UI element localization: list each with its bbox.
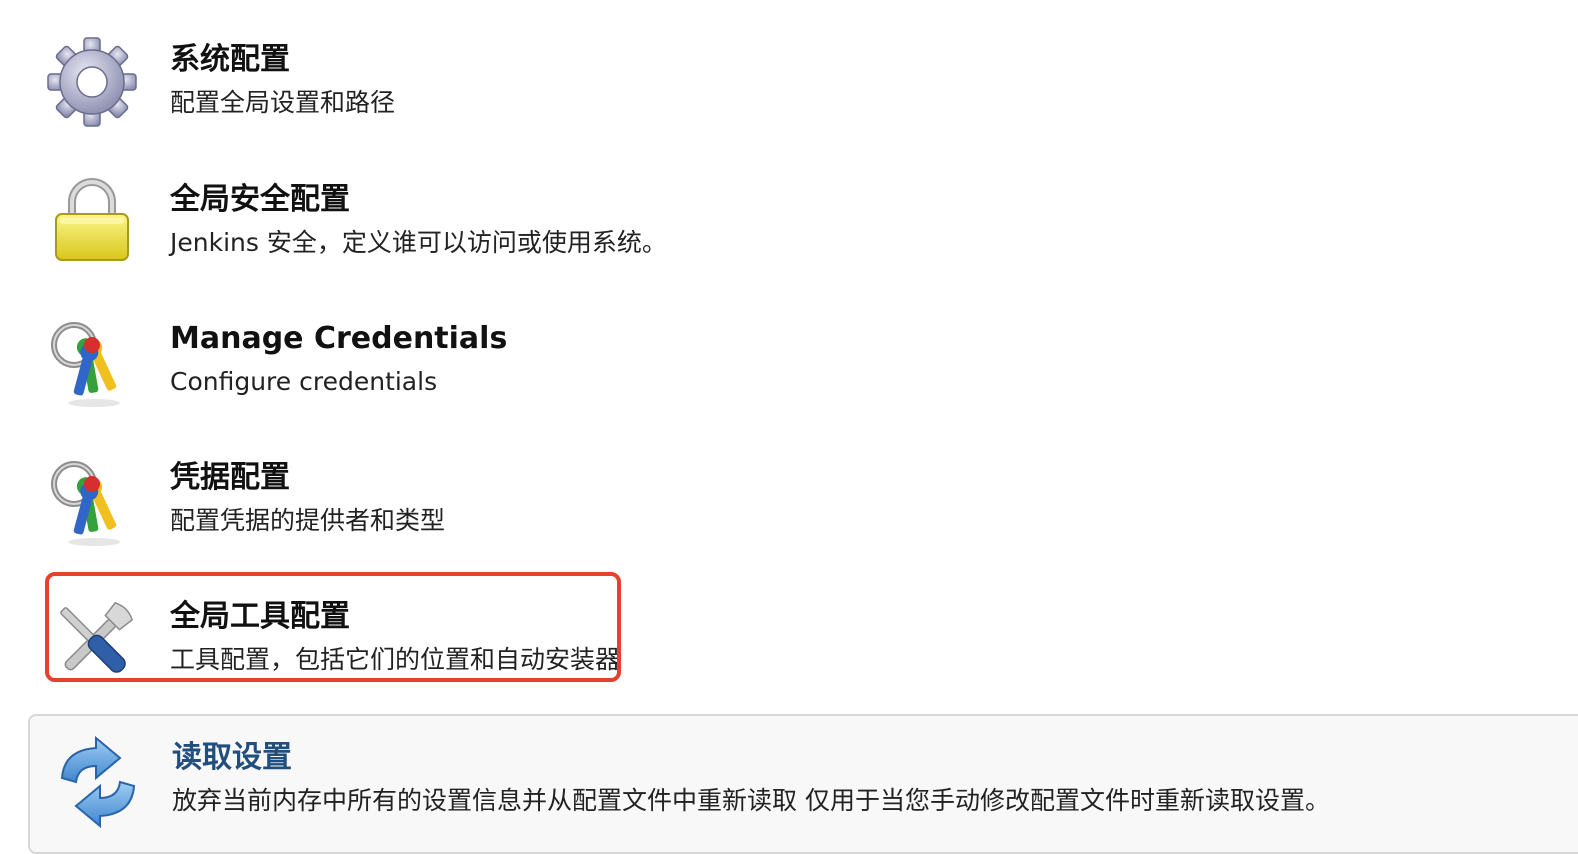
item-description: Configure credentials [170,367,438,396]
reload-icon[interactable] [48,732,148,832]
item-title[interactable]: 读取设置 [172,738,292,778]
item-description: 放弃当前内存中所有的设置信息并从配置文件中重新读取 仅用于当您手动修改配置文件时… [172,786,1330,815]
item-title[interactable]: Manage Credentials [170,319,507,359]
manage-item-credentials[interactable]: Manage Credentials Configure credentials [0,313,1578,433]
item-description: 工具配置，包括它们的位置和自动安装器 [170,645,621,674]
item-description: 配置凭据的提供者和类型 [170,506,446,535]
manage-item-system-config[interactable]: 系统配置 配置全局设置和路径 [0,36,1578,156]
tools-icon[interactable] [44,591,144,691]
lock-icon[interactable] [44,174,144,274]
manage-item-credential-providers[interactable]: 凭据配置 配置凭据的提供者和类型 [0,452,1578,572]
keys-icon[interactable] [44,452,144,552]
manage-item-security[interactable]: 全局安全配置 Jenkins 安全，定义谁可以访问或使用系统。 [0,174,1578,294]
item-title[interactable]: 全局工具配置 [170,597,350,637]
item-title[interactable]: 全局安全配置 [170,180,350,220]
item-title[interactable]: 系统配置 [170,40,290,80]
item-title[interactable]: 凭据配置 [170,458,290,498]
keys-icon[interactable] [44,313,144,413]
manage-item-global-tools[interactable]: 全局工具配置 工具配置，包括它们的位置和自动安装器 [0,591,1578,711]
item-description: Jenkins 安全，定义谁可以访问或使用系统。 [170,228,667,257]
gear-icon[interactable] [44,36,144,136]
item-description: 配置全局设置和路径 [170,88,396,117]
reload-configuration-panel[interactable]: 读取设置 放弃当前内存中所有的设置信息并从配置文件中重新读取 仅用于当您手动修改… [28,714,1578,854]
